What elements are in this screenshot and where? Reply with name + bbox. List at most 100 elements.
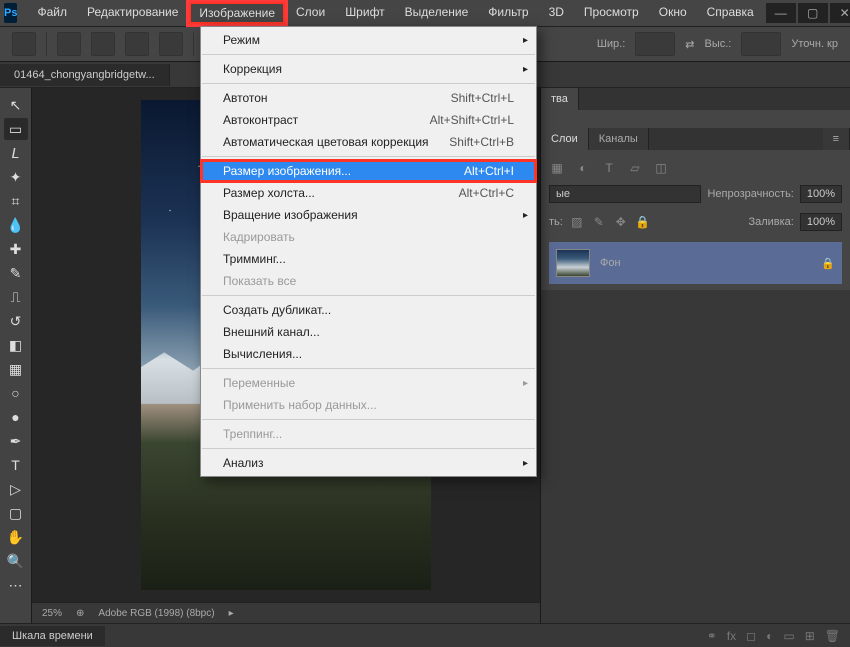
delete-layer-icon[interactable]: 🗑 bbox=[825, 629, 840, 643]
history-brush-tool[interactable]: ↺ bbox=[4, 310, 28, 332]
menu-item[interactable]: Режим bbox=[201, 29, 536, 51]
edit-toolbar[interactable]: ⋯ bbox=[4, 574, 28, 596]
opacity-field[interactable]: 100% bbox=[800, 185, 842, 203]
menu-item-label: Вращение изображения bbox=[223, 208, 358, 222]
menu-просмотр[interactable]: Просмотр bbox=[574, 1, 649, 25]
menu-справка[interactable]: Справка bbox=[697, 1, 764, 25]
filter-shape-icon[interactable]: ▱ bbox=[627, 160, 643, 176]
fill-field[interactable]: 100% bbox=[800, 213, 842, 231]
type-tool[interactable]: T bbox=[4, 454, 28, 476]
blend-mode-field[interactable]: ые bbox=[549, 185, 701, 203]
zoom-level[interactable]: 25% bbox=[42, 608, 62, 619]
menu-фильтр[interactable]: Фильтр bbox=[478, 1, 538, 25]
selection-add-icon[interactable] bbox=[91, 32, 115, 56]
close-button[interactable]: ✕ bbox=[830, 3, 850, 23]
height-field[interactable] bbox=[741, 32, 781, 56]
width-label: Шир.: bbox=[597, 38, 625, 50]
selection-subtract-icon[interactable] bbox=[125, 32, 149, 56]
lock-pixels-icon[interactable]: ✎ bbox=[591, 214, 607, 230]
marquee-tool-preset-icon[interactable] bbox=[12, 32, 36, 56]
new-layer-icon[interactable]: ⊞ bbox=[805, 629, 815, 643]
eraser-tool[interactable]: ◧ bbox=[4, 334, 28, 356]
hand-tool[interactable]: ✋ bbox=[4, 526, 28, 548]
document-tab[interactable]: 01464_chongyangbridgetw... bbox=[0, 64, 170, 86]
filter-smart-icon[interactable]: ◫ bbox=[653, 160, 669, 176]
maximize-button[interactable]: ▢ bbox=[798, 3, 828, 23]
menu-изображение[interactable]: Изображение bbox=[188, 1, 286, 25]
menu-item[interactable]: АвтотонShift+Ctrl+L bbox=[201, 87, 536, 109]
layer-name: Фон bbox=[600, 257, 621, 269]
menu-item-label: Режим bbox=[223, 33, 260, 47]
menu-item[interactable]: Автоматическая цветовая коррекцияShift+C… bbox=[201, 131, 536, 153]
swap-icon[interactable]: ⇄ bbox=[685, 38, 694, 51]
dodge-tool[interactable]: ● bbox=[4, 406, 28, 428]
crop-tool[interactable]: ⌗ bbox=[4, 190, 28, 212]
menu-item[interactable]: АвтоконтрастAlt+Shift+Ctrl+L bbox=[201, 109, 536, 131]
menu-item-label: Переменные bbox=[223, 376, 295, 390]
menu-item[interactable]: Анализ bbox=[201, 452, 536, 474]
zoom-tool[interactable]: 🔍 bbox=[4, 550, 28, 572]
menu-item[interactable]: Размер изображения...Alt+Ctrl+I bbox=[201, 160, 536, 182]
menu-item-label: Показать все bbox=[223, 274, 296, 288]
menu-item[interactable]: Внешний канал... bbox=[201, 321, 536, 343]
pen-tool[interactable]: ✒ bbox=[4, 430, 28, 452]
eyedropper-tool[interactable]: 💧 bbox=[4, 214, 28, 236]
gradient-tool[interactable]: ▦ bbox=[4, 358, 28, 380]
path-selection-tool[interactable]: ▷ bbox=[4, 478, 28, 500]
magic-wand-tool[interactable]: ✦ bbox=[4, 166, 28, 188]
tab-layers[interactable]: Слои bbox=[541, 128, 589, 150]
selection-new-icon[interactable] bbox=[57, 32, 81, 56]
globe-icon: ⊕ bbox=[76, 608, 84, 619]
lasso-tool[interactable]: 𝘓 bbox=[4, 142, 28, 164]
selection-intersect-icon[interactable] bbox=[159, 32, 183, 56]
menu-item: Треппинг... bbox=[201, 423, 536, 445]
menu-item-label: Коррекция bbox=[223, 62, 282, 76]
panel-menu-icon[interactable]: ≡ bbox=[823, 128, 850, 150]
window-controls: — ▢ ✕ bbox=[764, 3, 850, 23]
adjustment-layer-icon[interactable]: ◐ bbox=[766, 629, 773, 643]
menu-item[interactable]: Тримминг... bbox=[201, 248, 536, 270]
menu-item-label: Треппинг... bbox=[223, 427, 282, 441]
filter-adjust-icon[interactable]: ◐ bbox=[575, 160, 591, 176]
filter-pixel-icon[interactable]: ▦ bbox=[549, 160, 565, 176]
menu-separator bbox=[202, 295, 535, 296]
refine-edge-button[interactable]: Уточн. кр bbox=[791, 38, 838, 50]
menu-item-label: Применить набор данных... bbox=[223, 398, 377, 412]
lock-transparent-icon[interactable]: ▨ bbox=[569, 214, 585, 230]
menu-item[interactable]: Размер холста...Alt+Ctrl+C bbox=[201, 182, 536, 204]
menu-окно[interactable]: Окно bbox=[649, 1, 697, 25]
minimize-button[interactable]: — bbox=[766, 3, 796, 23]
menu-редактирование[interactable]: Редактирование bbox=[77, 1, 188, 25]
marquee-tool[interactable]: ▭ bbox=[4, 118, 28, 140]
menu-3d[interactable]: 3D bbox=[539, 1, 574, 25]
menu-item[interactable]: Коррекция bbox=[201, 58, 536, 80]
lock-all-icon[interactable]: 🔒 bbox=[635, 214, 651, 230]
brush-tool[interactable]: ✎ bbox=[4, 262, 28, 284]
menu-файл[interactable]: Файл bbox=[27, 1, 77, 25]
tab-timeline[interactable]: Шкала времени bbox=[0, 626, 105, 646]
link-layers-icon[interactable]: ⚭ bbox=[707, 629, 717, 643]
tab-properties[interactable]: тва bbox=[541, 88, 579, 110]
info-arrow-icon[interactable]: ▸ bbox=[229, 608, 234, 619]
menu-item[interactable]: Создать дубликат... bbox=[201, 299, 536, 321]
layer-style-icon[interactable]: fx bbox=[727, 629, 736, 643]
move-tool[interactable]: ↖ bbox=[4, 94, 28, 116]
healing-brush-tool[interactable]: ✚ bbox=[4, 238, 28, 260]
filter-type-icon[interactable]: T bbox=[601, 160, 617, 176]
tab-channels[interactable]: Каналы bbox=[589, 128, 649, 150]
group-icon[interactable]: ▭ bbox=[783, 629, 794, 643]
layer-mask-icon[interactable]: ◻ bbox=[746, 629, 756, 643]
menu-выделение[interactable]: Выделение bbox=[395, 1, 479, 25]
blur-tool[interactable]: ○ bbox=[4, 382, 28, 404]
layer-row-background[interactable]: Фон 🔒 bbox=[549, 242, 842, 284]
width-field[interactable] bbox=[635, 32, 675, 56]
clone-stamp-tool[interactable]: ⎍ bbox=[4, 286, 28, 308]
menu-слои[interactable]: Слои bbox=[286, 1, 335, 25]
menu-separator bbox=[202, 419, 535, 420]
lock-position-icon[interactable]: ✥ bbox=[613, 214, 629, 230]
menu-шрифт[interactable]: Шрифт bbox=[335, 1, 394, 25]
menu-item[interactable]: Вычисления... bbox=[201, 343, 536, 365]
rectangle-tool[interactable]: ▢ bbox=[4, 502, 28, 524]
menu-item-label: Размер холста... bbox=[223, 186, 315, 200]
menu-item[interactable]: Вращение изображения bbox=[201, 204, 536, 226]
